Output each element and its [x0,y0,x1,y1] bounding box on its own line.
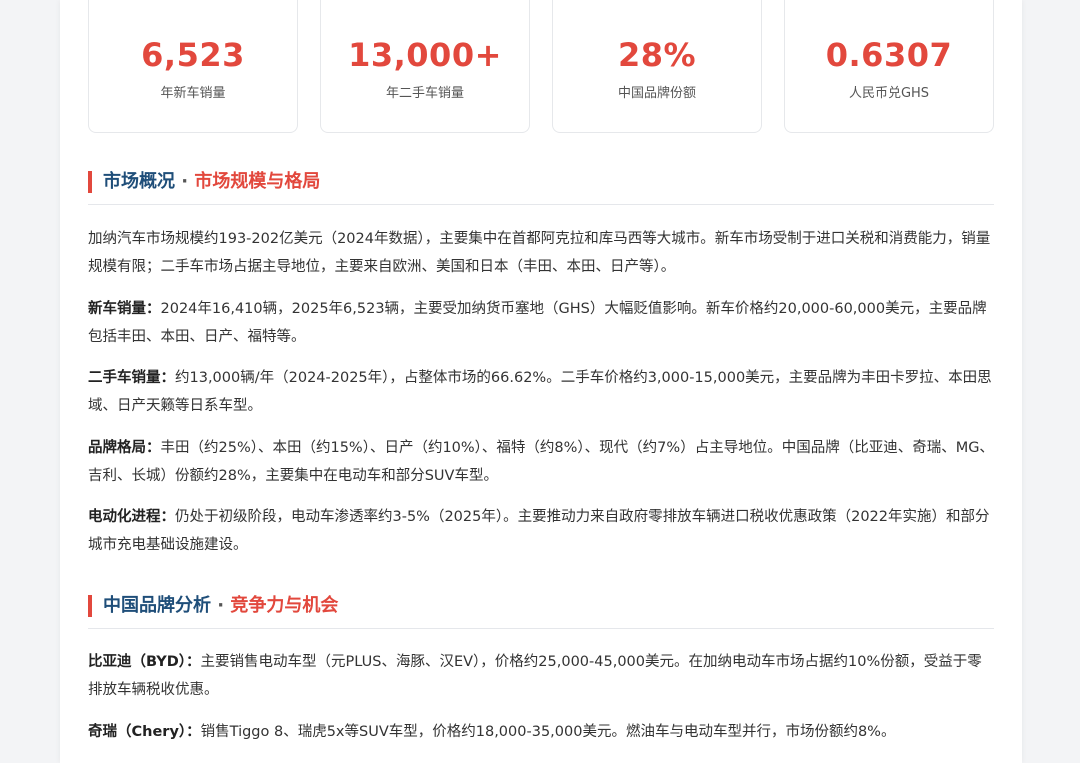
section-title-separator: · [175,171,195,192]
paragraph-lead: 新车销量： [88,301,161,317]
paragraph-text: 约13,000辆/年（2024-2025年），占整体市场的66.62%。二手车价… [88,370,992,414]
market-intro-paragraph: 加纳汽车市场规模约193-202亿美元（2024年数据），主要集中在首都阿克拉和… [88,231,991,275]
stat-card-used-car-sales: 13,000+ 年二手车销量 [320,0,530,133]
section-heading-china-brands: 中国品牌分析 · 竞争力与机会 [88,592,994,629]
paragraph-text: 2024年16,410辆，2025年6,523辆，主要受加纳货币塞地（GHS）大… [88,301,987,345]
stat-value: 6,523 [141,36,245,74]
paragraph-lead: 电动化进程： [88,509,175,525]
paragraph-lead: 奇瑞（Chery）： [88,724,201,740]
section-title-separator: · [211,595,231,616]
paragraph-text: 销售Tiggo 8、瑞虎5x等SUV车型，价格约18,000-35,000美元。… [200,724,896,740]
heading-accent-bar [88,595,92,617]
stat-card-china-brand-share: 28% 中国品牌份额 [552,0,762,133]
stat-value: 28% [617,36,697,74]
stat-value: 0.6307 [825,36,953,74]
stat-card-exchange-rate: 0.6307 人民币兑GHS [784,0,994,133]
paragraph-text: 主要销售电动车型（元PLUS、海豚、汉EV），价格约25,000-45,000美… [88,654,982,698]
byd-paragraph: 比亚迪（BYD）：主要销售电动车型（元PLUS、海豚、汉EV），价格约25,00… [88,648,994,704]
paragraph-text: 丰田（约25%）、本田（约15%）、日产（约10%）、福特（约8%）、现代（约7… [88,440,994,484]
stat-label: 中国品牌份额 [617,86,696,101]
used-car-sales-paragraph: 二手车销量：约13,000辆/年（2024-2025年），占整体市场的66.62… [88,364,994,420]
stat-card-new-car-sales: 6,523 年新车销量 [88,0,298,133]
paragraph-text: 仍处于初级阶段，电动车渗透率约3-5%（2025年）。主要推动力来自政府零排放车… [88,509,990,553]
new-car-sales-paragraph: 新车销量：2024年16,410辆，2025年6,523辆，主要受加纳货币塞地（… [88,295,994,351]
section-heading-market: 市场概况 · 市场规模与格局 [88,168,994,205]
section-title-main: 中国品牌分析 [103,595,211,616]
section-title-accent: 市场规模与格局 [194,171,321,192]
section-title-accent: 竞争力与机会 [230,595,339,616]
stat-value: 13,000+ [348,36,502,74]
paragraph-lead: 品牌格局： [88,440,161,456]
electrification-paragraph: 电动化进程：仍处于初级阶段，电动车渗透率约3-5%（2025年）。主要推动力来自… [88,503,994,559]
section-title-main: 市场概况 [103,171,175,192]
brand-landscape-paragraph: 品牌格局：丰田（约25%）、本田（约15%）、日产（约10%）、福特（约8%）、… [88,434,994,490]
heading-accent-bar [88,171,92,193]
stat-label: 年新车销量 [160,86,226,101]
stats-row: 6,523 年新车销量 13,000+ 年二手车销量 28% 中国品牌份额 0.… [88,0,994,135]
report-page: 6,523 年新车销量 13,000+ 年二手车销量 28% 中国品牌份额 0.… [60,0,1022,763]
stat-label: 年二手车销量 [385,86,464,101]
section-title: 市场概况 · 市场规模与格局 [103,170,320,194]
paragraph-lead: 比亚迪（BYD）： [88,654,201,670]
chery-paragraph: 奇瑞（Chery）：销售Tiggo 8、瑞虎5x等SUV车型，价格约18,000… [88,718,994,746]
stat-label: 人民币兑GHS [848,86,930,101]
paragraph-lead: 二手车销量： [88,370,175,386]
section-title: 中国品牌分析 · 竞争力与机会 [103,594,338,618]
